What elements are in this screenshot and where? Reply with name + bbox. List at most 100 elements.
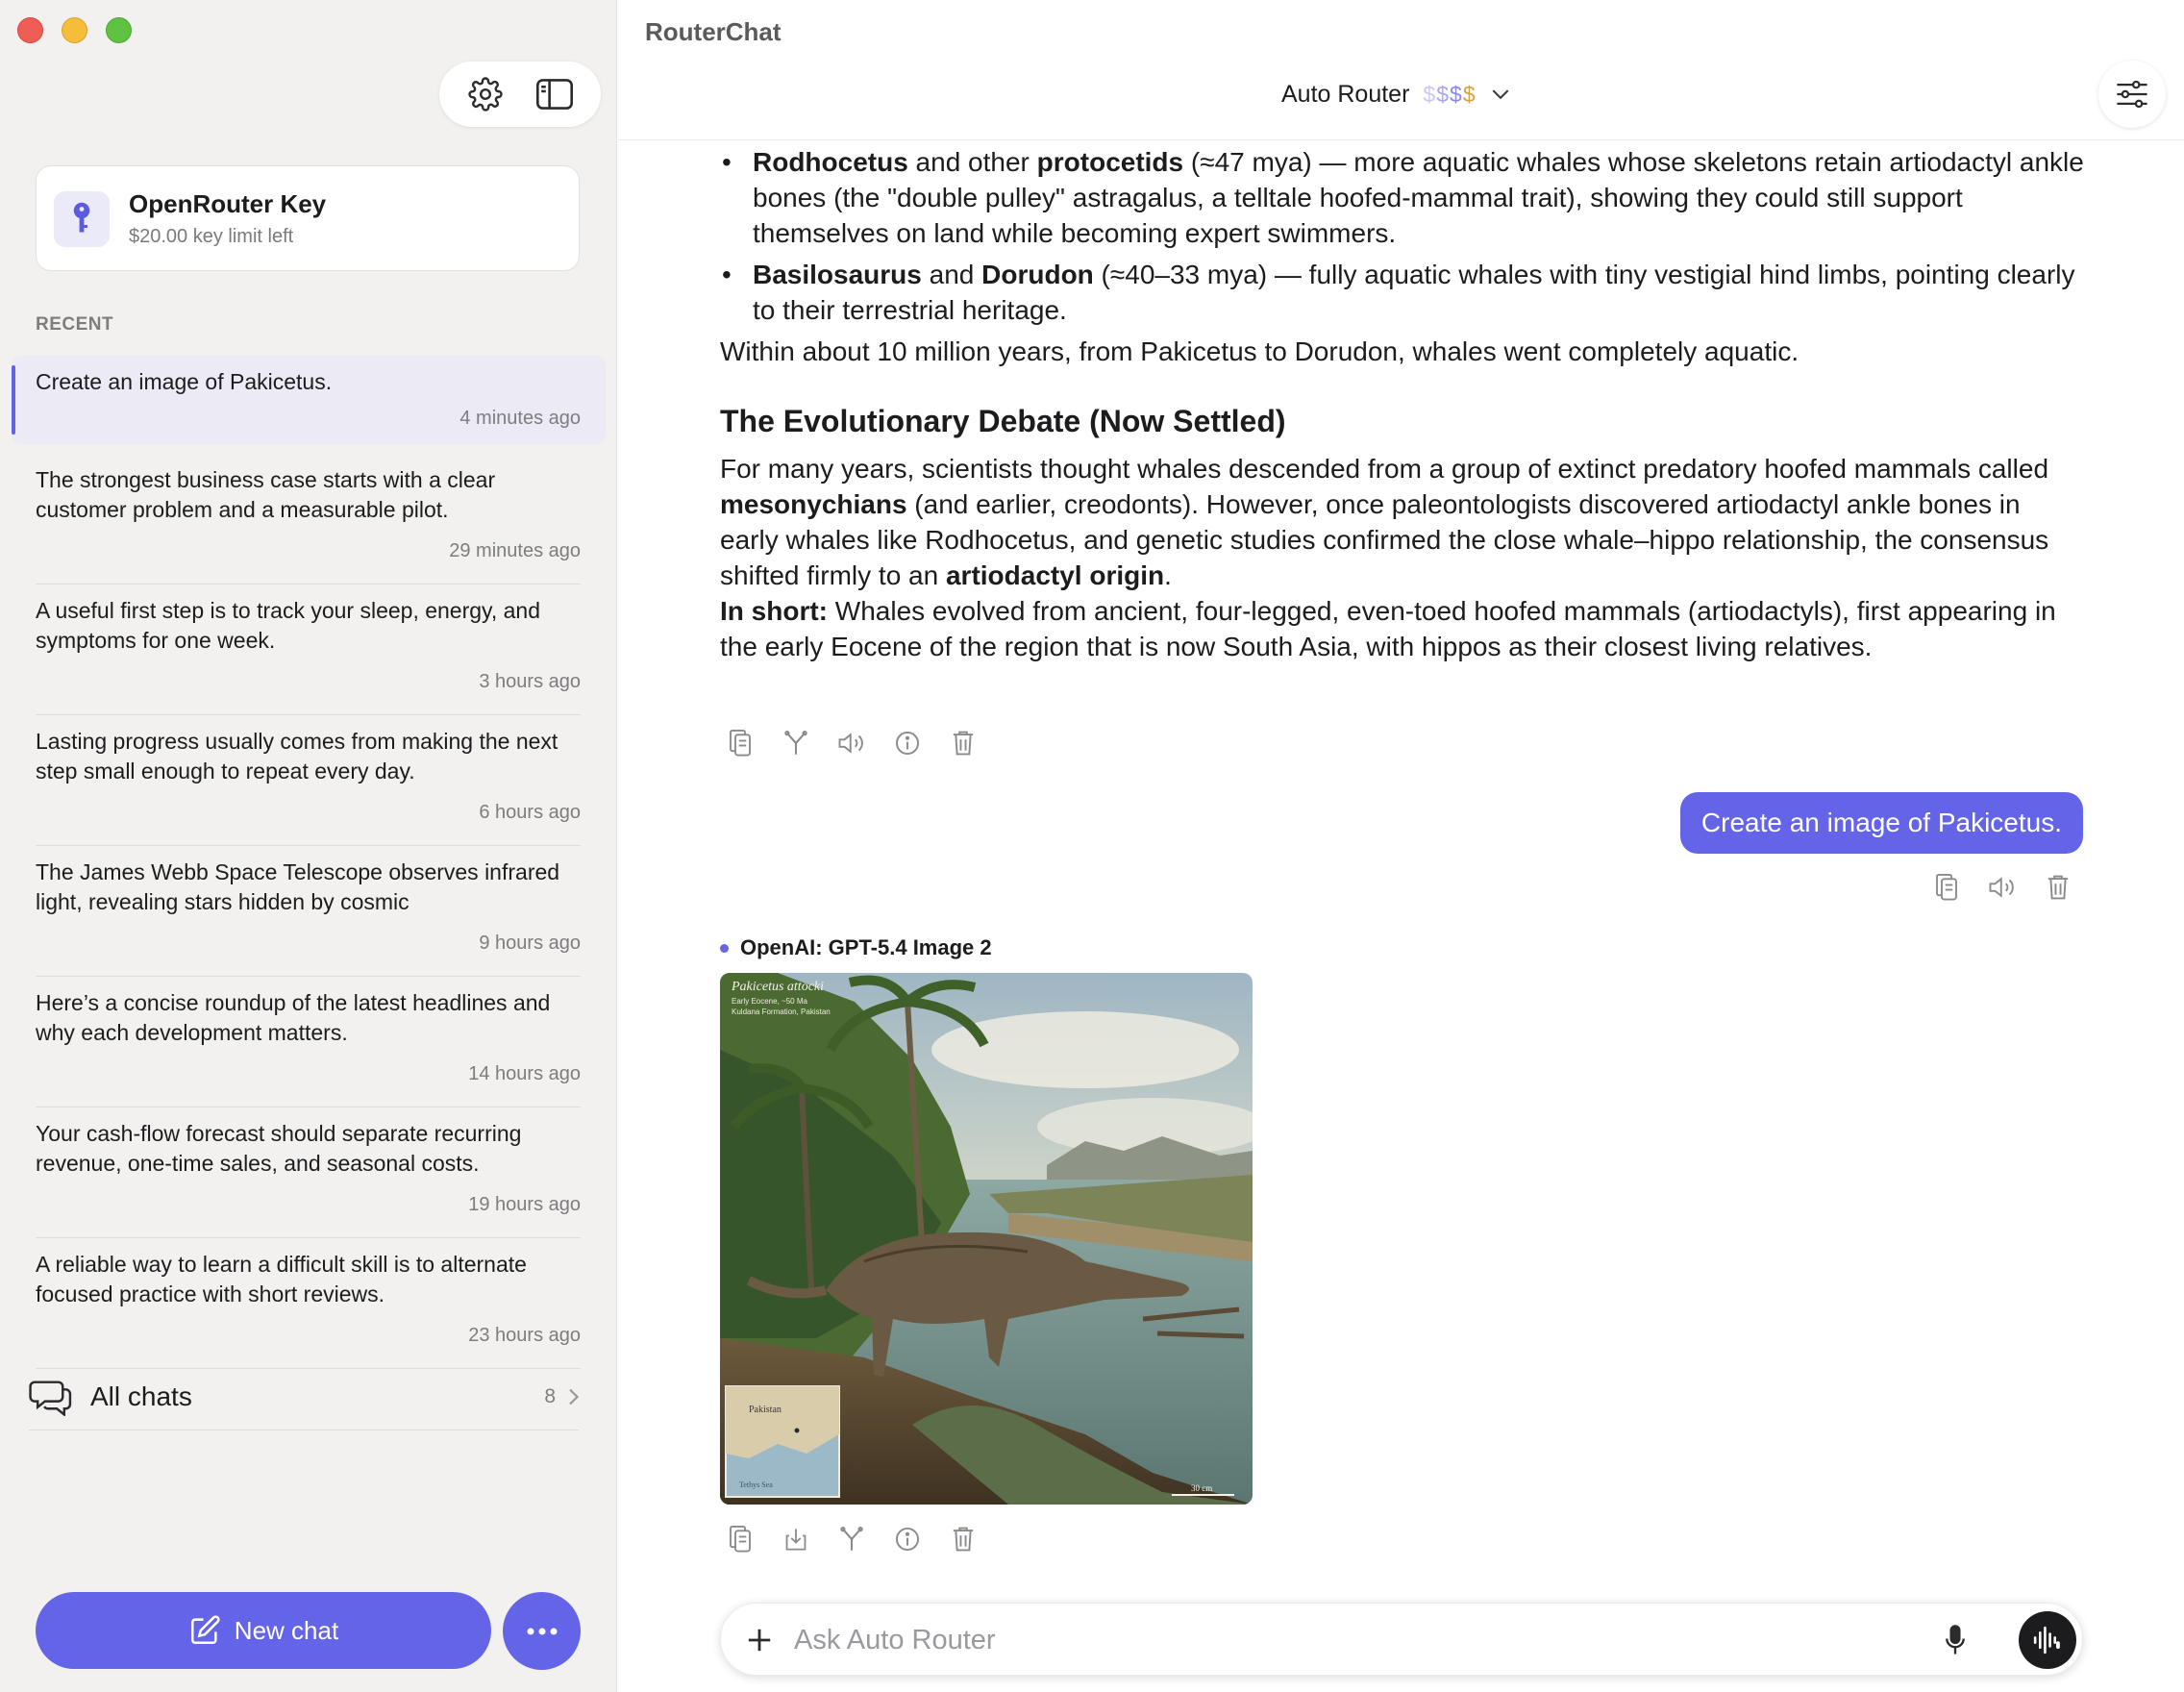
chat-timestamp: 6 hours ago <box>479 802 581 823</box>
branch-button[interactable] <box>782 729 810 758</box>
image-caption-line2: Kuldana Formation, Pakistan <box>732 1008 831 1016</box>
recent-chat-list: Create an image of Pakicetus. 4 minutes a… <box>12 356 606 1369</box>
copy-icon <box>730 1525 751 1553</box>
recent-chat-item[interactable]: Lasting progress usually comes from maki… <box>12 715 606 846</box>
recent-chat-item[interactable]: A reliable way to learn a difficult skil… <box>12 1238 606 1369</box>
chat-preview-text: Your cash-flow forecast should separate … <box>36 1121 522 1176</box>
active-indicator <box>12 365 15 435</box>
speaker-icon <box>838 733 863 754</box>
info-button[interactable] <box>893 729 922 758</box>
assistant-message-text: Rodhocetus and other protocetids (≈47 my… <box>720 144 2085 664</box>
recent-chat-item[interactable]: Here’s a concise roundup of the latest h… <box>12 977 606 1107</box>
branch-icon <box>784 731 807 755</box>
header-divider <box>618 139 2184 140</box>
copy-button[interactable] <box>1932 873 1961 902</box>
key-card-title: OpenRouter Key <box>129 189 327 218</box>
toggle-sidebar-button[interactable] <box>528 67 582 121</box>
info-button[interactable] <box>893 1525 922 1554</box>
download-icon <box>785 1529 807 1551</box>
sidebar: OpenRouter Key $20.00 key limit left REC… <box>0 0 617 1692</box>
delete-button[interactable] <box>949 1525 978 1554</box>
recent-chat-item[interactable]: A useful first step is to track your sle… <box>12 585 606 715</box>
price-indicator: $$$$ <box>1423 81 1477 107</box>
chat-timestamp: 4 minutes ago <box>459 408 581 429</box>
window-minimize-button[interactable] <box>62 17 87 43</box>
recent-chat-item[interactable]: Your cash-flow forecast should separate … <box>12 1107 606 1238</box>
branch-icon <box>840 1527 863 1551</box>
section-heading: The Evolutionary Debate (Now Settled) <box>720 404 1286 438</box>
settings-button[interactable] <box>459 67 512 121</box>
in-short-paragraph: In short: Whales evolved from ancient, f… <box>720 596 2056 661</box>
chat-preview-text: The James Webb Space Telescope observes … <box>36 859 560 914</box>
chat-settings-button[interactable] <box>2098 61 2166 128</box>
chat-preview-text: A useful first step is to track your sle… <box>36 598 541 653</box>
app-title: RouterChat <box>645 17 782 46</box>
recent-chat-item[interactable]: The strongest business case starts with … <box>12 454 606 585</box>
trash-icon <box>953 731 974 756</box>
pakicetus-illustration: Pakistan Tethys Sea Pakicetus attocki Ea… <box>720 973 1253 1505</box>
all-chats-row[interactable]: All chats 8 <box>29 1363 579 1431</box>
new-chat-label: New chat <box>234 1615 339 1645</box>
user-message-actions <box>1932 873 2072 902</box>
chat-timestamp: 19 hours ago <box>468 1194 581 1215</box>
main-chat-area: RouterChat Auto Router $$$$ Rodhocetus a… <box>618 0 2184 1692</box>
message-composer <box>720 1603 2083 1676</box>
chat-timestamp: 9 hours ago <box>479 933 581 954</box>
image-caption-title: Pakicetus attocki <box>731 980 824 994</box>
generated-image[interactable]: Pakistan Tethys Sea Pakicetus attocki Ea… <box>720 973 1253 1505</box>
key-card-subtitle: $20.00 key limit left <box>129 226 294 247</box>
key-icon <box>54 191 110 247</box>
response-model-label: OpenAI: GPT-5.4 Image 2 <box>720 935 992 960</box>
map-label: Pakistan <box>749 1405 782 1415</box>
chat-preview-text: Here’s a concise roundup of the latest h… <box>36 990 551 1045</box>
model-picker[interactable]: Auto Router $$$$ <box>1281 77 1509 112</box>
chat-preview-text: The strongest business case starts with … <box>36 467 496 522</box>
info-icon <box>895 1527 920 1552</box>
delete-button[interactable] <box>2044 873 2072 902</box>
all-chats-count: 8 <box>544 1384 556 1407</box>
download-button[interactable] <box>782 1525 810 1554</box>
model-dot <box>720 943 729 953</box>
recent-chat-item[interactable]: Create an image of Pakicetus. 4 minutes a… <box>12 356 606 444</box>
chat-bubbles-icon <box>29 1380 72 1416</box>
copy-icon <box>730 729 751 757</box>
more-options-button[interactable] <box>503 1592 581 1670</box>
attach-button[interactable] <box>740 1621 779 1659</box>
chat-timestamp: 14 hours ago <box>468 1063 581 1084</box>
read-aloud-button[interactable] <box>1988 873 2017 902</box>
summary-paragraph: Within about 10 million years, from Paki… <box>720 336 1799 366</box>
recent-chat-item[interactable]: The James Webb Space Telescope observes … <box>12 846 606 977</box>
read-aloud-button[interactable] <box>837 729 866 758</box>
voice-mode-button[interactable] <box>2019 1611 2076 1669</box>
delete-button[interactable] <box>949 729 978 758</box>
recent-section-label: RECENT <box>36 314 114 335</box>
copy-button[interactable] <box>726 729 755 758</box>
waveform-icon <box>2033 1626 2060 1655</box>
user-message-bubble: Create an image of Pakicetus. <box>1679 792 2083 854</box>
message-input[interactable] <box>794 1619 1899 1661</box>
chat-timestamp: 23 hours ago <box>468 1325 581 1346</box>
dictation-button[interactable] <box>1936 1621 1974 1659</box>
window-zoom-button[interactable] <box>106 17 132 43</box>
new-chat-button[interactable]: New chat <box>36 1592 491 1669</box>
copy-button[interactable] <box>726 1525 755 1554</box>
ellipsis-icon <box>527 1628 557 1634</box>
chat-preview-text: A reliable way to learn a difficult skil… <box>36 1252 527 1306</box>
info-icon <box>895 731 920 756</box>
image-scale-label: 30 cm <box>1191 1483 1212 1493</box>
window-close-button[interactable] <box>17 17 43 43</box>
model-name: Auto Router <box>1281 80 1410 108</box>
plus-icon <box>748 1629 771 1652</box>
chat-timestamp: 3 hours ago <box>479 671 581 692</box>
all-chats-label: All chats <box>90 1381 192 1411</box>
chat-preview-text: Lasting progress usually comes from maki… <box>36 729 558 784</box>
branch-button[interactable] <box>837 1525 866 1554</box>
map-sea-label: Tethys Sea <box>739 1480 773 1489</box>
openrouter-key-card[interactable]: OpenRouter Key $20.00 key limit left <box>36 165 580 271</box>
model-label-text: OpenAI: GPT-5.4 Image 2 <box>740 935 992 959</box>
trash-icon <box>2048 875 2069 900</box>
message-actions <box>726 729 978 758</box>
chat-timestamp: 29 minutes ago <box>449 540 581 561</box>
microphone-icon <box>1946 1625 1965 1655</box>
message-bullet: Basilosaurus and Dorudon (≈40–33 mya) — … <box>720 257 2085 328</box>
